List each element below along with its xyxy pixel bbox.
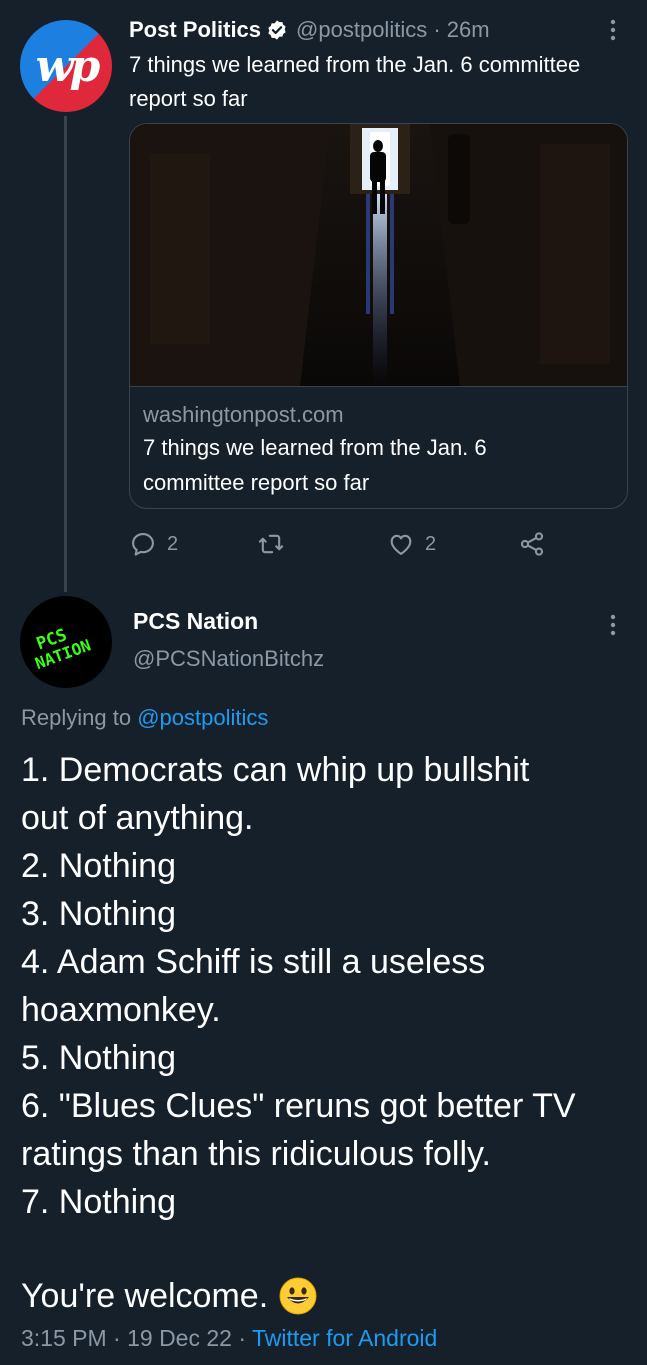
retweet-icon: [258, 534, 284, 554]
link-card[interactable]: washingtonpost.com 7 things we learned f…: [129, 123, 628, 509]
reply-count: 2: [167, 532, 179, 555]
reply-author-handle[interactable]: @PCSNationBitchz: [133, 646, 324, 672]
parent-tweet-header: Post Politics @postpolitics · 26m: [129, 14, 490, 46]
tweet-line: ratings than this ridiculous folly.: [21, 1135, 491, 1173]
avatar-post-politics[interactable]: wp: [20, 20, 112, 112]
card-title: 7 things we learned from the Jan. 6 comm…: [143, 435, 487, 495]
reply-tweet-text: 1. Democrats can whip up bullshit out of…: [21, 746, 636, 1226]
tweet-metadata: 3:15 PM · 19 Dec 22 · Twitter for Androi…: [21, 1325, 437, 1352]
share-button[interactable]: [518, 526, 546, 562]
reply-button[interactable]: 2: [129, 526, 178, 562]
card-divider: [130, 386, 627, 387]
tweet-line: 4. Adam Schiff is still a useless: [21, 943, 486, 981]
tweet-time[interactable]: 26m: [447, 17, 490, 43]
closing-line: You're welcome.: [21, 1272, 318, 1320]
author-name[interactable]: Post Politics: [129, 17, 261, 43]
replying-prefix: Replying to: [21, 705, 132, 730]
avatar-wp-logo: wp: [35, 40, 101, 92]
reply-author-name[interactable]: PCS Nation: [133, 608, 258, 635]
retweet-button[interactable]: [257, 526, 295, 562]
tweet-line: 1. Democrats can whip up bullshit: [21, 751, 530, 789]
verified-badge-icon: [268, 20, 286, 40]
more-options-icon[interactable]: [608, 18, 618, 42]
tweet-timestamp: 3:15 PM · 19 Dec 22 ·: [21, 1325, 252, 1351]
tweet-actions-bar: 2 2: [129, 526, 626, 562]
avatar-pcs-nation[interactable]: PCS NATION: [20, 596, 112, 688]
tweet-line: 5. Nothing: [21, 1039, 176, 1077]
separator-dot: ·: [427, 17, 447, 42]
like-count: 2: [425, 532, 437, 555]
tweet-line: 2. Nothing: [21, 847, 176, 885]
thread-connector-line: [64, 116, 67, 592]
like-button[interactable]: 2: [387, 526, 436, 562]
grinning-face-emoji-icon: [279, 1277, 317, 1315]
tweet-line: out of anything.: [21, 799, 254, 837]
card-domain: washingtonpost.com: [143, 402, 344, 427]
share-icon: [520, 532, 544, 556]
heart-icon: [390, 534, 412, 555]
card-image-hallway: [130, 124, 627, 386]
tweet-line: 3. Nothing: [21, 895, 176, 933]
tweet-line: 6. "Blues Clues" reruns got better TV: [21, 1087, 576, 1125]
replying-to-handle[interactable]: @postpolitics: [137, 705, 268, 730]
parent-tweet-text: 7 things we learned from the Jan. 6 comm…: [129, 52, 581, 111]
tweet-line: 7. Nothing: [21, 1183, 176, 1221]
replying-to: Replying to @postpolitics: [21, 705, 268, 731]
tweet-line: hoaxmonkey.: [21, 991, 221, 1029]
closing-text: You're welcome.: [21, 1277, 269, 1315]
tweet-source-link[interactable]: Twitter for Android: [252, 1325, 437, 1351]
reply-more-options-icon[interactable]: [608, 613, 618, 637]
reply-icon: [132, 533, 154, 556]
author-handle[interactable]: @postpolitics: [296, 17, 427, 43]
pcs-nation-logo: PCS NATION: [33, 625, 94, 673]
